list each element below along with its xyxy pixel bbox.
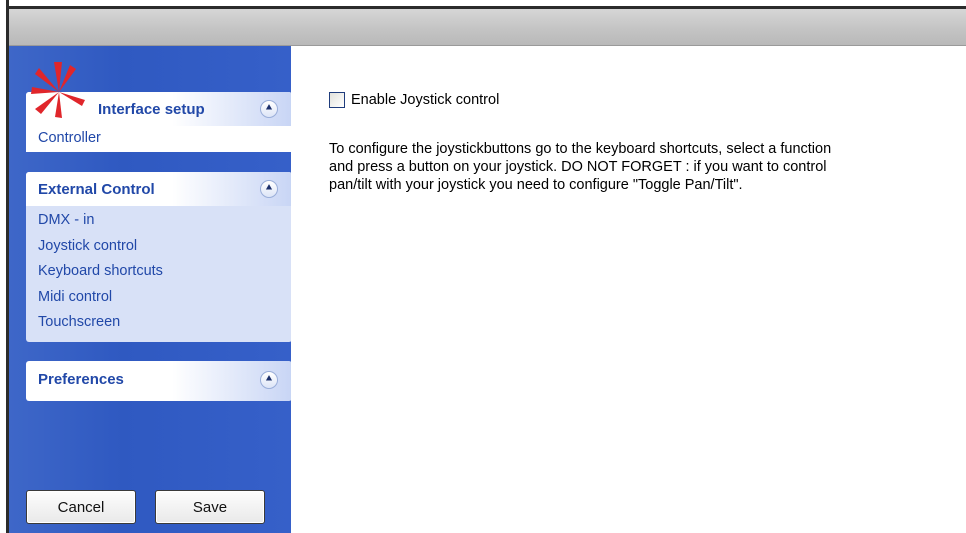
- panel-items: DMX - in Joystick control Keyboard short…: [26, 206, 292, 342]
- instruction-line: and press a button on your joystick. DO …: [329, 159, 827, 175]
- sidebar-item-keyboard-shortcuts[interactable]: Keyboard shortcuts: [26, 259, 292, 285]
- panel-header-external-control[interactable]: External Control ⯅: [26, 172, 292, 206]
- double-chevron-up-icon[interactable]: ⯅: [260, 100, 278, 118]
- panel-external-control: External Control ⯅ DMX - in Joystick con…: [26, 172, 292, 342]
- sidebar-item-midi-control[interactable]: Midi control: [26, 285, 292, 311]
- enable-joystick-checkbox-row[interactable]: Enable Joystick control: [329, 90, 499, 110]
- instruction-line: pan/tilt with your joystick you need to …: [329, 177, 743, 193]
- joystick-instructions: To configure the joystickbuttons go to t…: [329, 140, 959, 194]
- title-bar: [9, 9, 966, 46]
- panel-items: Controller: [26, 126, 292, 152]
- save-button[interactable]: Save: [155, 490, 265, 524]
- sidebar-item-controller[interactable]: Controller: [26, 126, 292, 152]
- double-chevron-up-icon[interactable]: ⯅: [260, 180, 278, 198]
- starburst-logo-icon: [31, 62, 85, 118]
- double-chevron-up-icon[interactable]: ⯅: [260, 371, 278, 389]
- sidebar-item-touchscreen[interactable]: Touchscreen: [26, 310, 292, 336]
- cancel-button[interactable]: Cancel: [26, 490, 136, 524]
- panel-header-preferences[interactable]: Preferences ⯅: [26, 361, 292, 395]
- main-content: Enable Joystick control To configure the…: [291, 46, 966, 533]
- settings-window: Interface setup ⯅ Controller External Co…: [0, 0, 966, 533]
- panel-title: Interface setup: [98, 101, 205, 118]
- panel-title: External Control: [38, 181, 155, 198]
- window-top-border: [6, 6, 966, 9]
- sidebar-item-dmx-in[interactable]: DMX - in: [26, 208, 292, 234]
- instruction-line: To configure the joystickbuttons go to t…: [329, 141, 832, 157]
- panel-preferences: Preferences ⯅: [26, 361, 292, 401]
- enable-joystick-label[interactable]: Enable Joystick control: [351, 92, 499, 108]
- checkbox-icon[interactable]: [329, 92, 345, 108]
- sidebar-item-joystick-control[interactable]: Joystick control: [26, 234, 292, 260]
- panel-title: Preferences: [38, 371, 124, 388]
- sidebar: Interface setup ⯅ Controller External Co…: [9, 46, 292, 533]
